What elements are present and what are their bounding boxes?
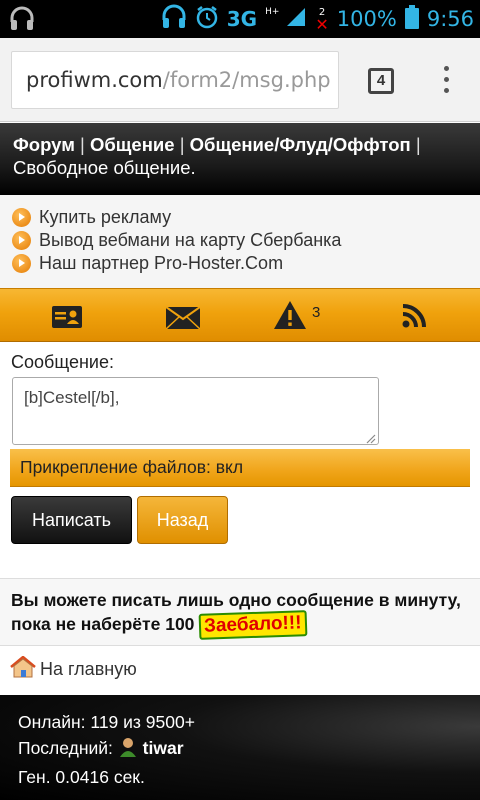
home-link-label: На главную	[40, 659, 137, 679]
ad-link-label: Купить рекламу	[39, 207, 172, 227]
last-user-label: Последний:	[18, 738, 113, 758]
tab-switcher-button[interactable]: 4	[368, 68, 394, 94]
battery-icon	[404, 5, 419, 33]
generation-time: Ген. 0.0416 сек.	[18, 767, 145, 787]
resize-grip-icon[interactable]	[365, 431, 376, 444]
last-user-link[interactable]: tiwar	[143, 738, 184, 758]
arrow-bullet-icon	[12, 208, 31, 227]
ad-link-label: Вывод вебмани на карту Сбербанка	[39, 230, 342, 250]
url-domain: profiwm.com	[26, 68, 163, 92]
rate-limit-notice: Вы можете писать лишь одно сообщение в м…	[0, 578, 480, 646]
breadcrumb-forum[interactable]: Форум	[13, 134, 75, 155]
breadcrumb-offtopic[interactable]: Общение/Флуд/Оффтоп	[190, 134, 411, 155]
browser-toolbar: profiwm.com/form2/msg.php 4	[0, 38, 480, 122]
attachments-toggle[interactable]: Прикрепление файлов: вкл	[10, 449, 470, 487]
rss-icon[interactable]	[402, 304, 426, 333]
alerts-count: 3	[312, 304, 321, 321]
network-sup: H+	[265, 7, 280, 17]
alarm-icon	[195, 5, 219, 33]
footer: Онлайн: 119 из 9500+ Последний: tiwar Ге…	[0, 695, 480, 800]
message-label: Сообщение:	[11, 352, 114, 372]
nav-bar: 3	[0, 288, 480, 342]
contact-card-icon[interactable]	[52, 306, 82, 333]
smiley-image: Заебало!!!	[198, 610, 308, 640]
overflow-menu-icon[interactable]	[436, 66, 456, 100]
message-textarea[interactable]: [b]Cestel[/b],	[12, 377, 379, 445]
online-count: Онлайн: 119 из 9500+	[18, 712, 195, 732]
sim-indicator: 2 ✕	[315, 6, 329, 34]
url-field[interactable]: profiwm.com/form2/msg.php	[11, 51, 339, 109]
send-button[interactable]: Написать	[11, 496, 132, 544]
arrow-bullet-icon	[12, 231, 31, 250]
home-link[interactable]: На главную	[10, 655, 137, 683]
network-type: 3G	[226, 7, 258, 31]
arrow-bullet-icon	[12, 254, 31, 273]
url-path: /form2/msg.php	[162, 68, 331, 92]
clock: 9:56	[426, 7, 474, 31]
ad-link-webmoney[interactable]: Вывод вебмани на карту Сбербанка	[12, 229, 468, 252]
headphones-icon	[161, 4, 187, 34]
back-button[interactable]: Назад	[137, 496, 228, 544]
ad-link-partner[interactable]: Наш партнер Pro-Hoster.Com	[12, 252, 468, 275]
signal-icon	[287, 6, 307, 32]
headphones-icon	[10, 6, 34, 36]
mail-icon[interactable]	[165, 306, 201, 334]
ad-links: Купить рекламу Вывод вебмани на карту Сб…	[0, 195, 480, 288]
ad-link-label: Наш партнер Pro-Hoster.Com	[39, 253, 284, 273]
breadcrumb-general[interactable]: Общение	[90, 134, 175, 155]
user-icon	[118, 737, 138, 764]
breadcrumb-current: Свободное общение.	[13, 157, 196, 178]
battery-level: 100%	[336, 7, 397, 31]
ad-link-buy-ads[interactable]: Купить рекламу	[12, 206, 468, 229]
breadcrumb: Форум | Общение | Общение/Флуд/Оффтоп | …	[0, 123, 480, 195]
status-bar: 3G H+ 2 ✕ 100% 9:56	[0, 0, 480, 38]
warning-icon[interactable]	[274, 301, 306, 334]
house-icon	[10, 655, 36, 683]
last-user-row: Последний: tiwar	[18, 735, 462, 764]
